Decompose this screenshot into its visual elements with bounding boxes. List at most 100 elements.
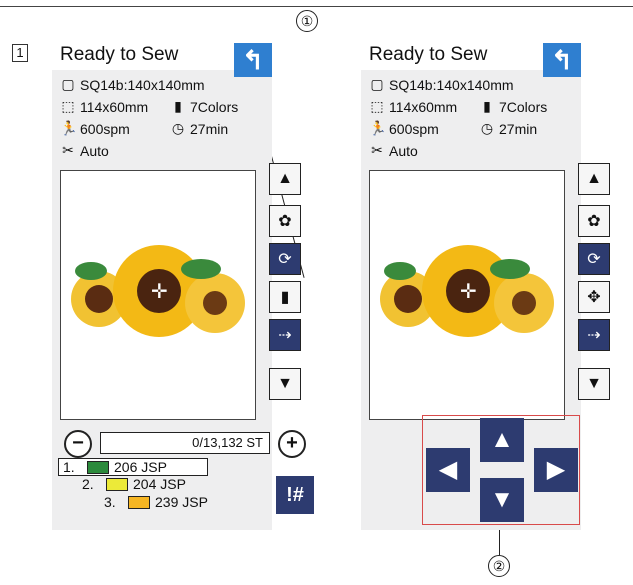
hoop-tool-button[interactable]: ⟳ bbox=[269, 243, 301, 275]
clock-icon: ◷ bbox=[480, 120, 494, 136]
color-list-item[interactable]: 2. 204 JSP bbox=[82, 476, 186, 492]
colors-info: ▮ 7Colors bbox=[170, 98, 238, 115]
jog-up-button[interactable]: ▲ bbox=[480, 418, 524, 462]
time-info: ◷ 27min bbox=[479, 120, 537, 137]
scissors-icon: ✂ bbox=[62, 142, 74, 158]
thread-cut-label: Auto bbox=[80, 142, 109, 159]
hoop-icon: ▢ bbox=[61, 76, 75, 92]
time-label: 27min bbox=[190, 120, 229, 137]
return-icon: ↰ bbox=[242, 45, 264, 75]
leaf bbox=[384, 262, 416, 280]
thread-cut-info: ✂ Auto bbox=[369, 142, 418, 159]
hoop-info: ▢ SQ14b:140x140mm bbox=[369, 76, 514, 93]
design-preview[interactable]: ✛ bbox=[369, 170, 565, 420]
return-button[interactable]: ↰ bbox=[543, 43, 581, 77]
step-number: 1 bbox=[12, 44, 28, 62]
hoop-label: SQ14b:140x140mm bbox=[389, 76, 514, 93]
plus-icon: + bbox=[286, 432, 298, 454]
down-arrow-icon: ▼ bbox=[586, 375, 602, 392]
page-title: Ready to Sew bbox=[369, 44, 488, 65]
move-icon: ✥ bbox=[587, 289, 601, 306]
flower-icon: ✿ bbox=[587, 213, 601, 230]
leaf bbox=[181, 259, 221, 279]
trace-button[interactable]: ⇢ bbox=[269, 319, 301, 351]
size-label: 114x60mm bbox=[80, 98, 149, 115]
trace-button[interactable]: ⇢ bbox=[578, 319, 610, 351]
hoop-label: SQ14b:140x140mm bbox=[80, 76, 205, 93]
speed-label: 600spm bbox=[389, 120, 439, 137]
frame-icon: ⟳ bbox=[278, 251, 292, 268]
thread-color-button[interactable]: ▮ bbox=[269, 281, 301, 313]
scroll-down-button[interactable]: ▼ bbox=[578, 368, 610, 400]
hoop-tool-button[interactable]: ⟳ bbox=[578, 243, 610, 275]
hoop-icon: ▢ bbox=[370, 76, 384, 92]
runner-icon: 🏃 bbox=[60, 120, 78, 136]
clock-icon: ◷ bbox=[171, 120, 185, 136]
thread-cut-label: Auto bbox=[389, 142, 418, 159]
leaf bbox=[490, 259, 530, 279]
scroll-up-button[interactable]: ▲ bbox=[269, 163, 301, 195]
scissors-icon: ✂ bbox=[371, 142, 383, 158]
spool-color-icon: ▮ bbox=[280, 289, 290, 306]
stitch-count: 0/13,132 ST bbox=[100, 432, 270, 454]
callout-2: ② bbox=[488, 555, 510, 577]
leaf bbox=[75, 262, 107, 280]
flower-tool-button[interactable]: ✿ bbox=[578, 205, 610, 237]
color-number: 3. bbox=[104, 494, 116, 510]
colors-info: ▮ 7Colors bbox=[479, 98, 547, 115]
crosshair-icon: ✛ bbox=[151, 279, 168, 303]
spool-icon: ▮ bbox=[174, 98, 182, 114]
speed-info: 🏃 600spm bbox=[369, 120, 439, 137]
frame-icon: ⟳ bbox=[587, 251, 601, 268]
return-icon: ↰ bbox=[551, 45, 573, 75]
sunflower-right bbox=[185, 273, 245, 333]
hoop-info: ▢ SQ14b:140x140mm bbox=[60, 76, 205, 93]
spool-icon: ▮ bbox=[483, 98, 491, 114]
color-code: 204 JSP bbox=[133, 476, 186, 492]
size-info: ⬚ 114x60mm bbox=[369, 98, 457, 115]
jog-right-button[interactable]: ▶ bbox=[534, 448, 578, 492]
size-info: ⬚ 114x60mm bbox=[60, 98, 148, 115]
sunflower-design: ✛ bbox=[380, 245, 554, 337]
jog-down-button[interactable]: ▼ bbox=[480, 478, 524, 522]
color-number: 1. bbox=[63, 459, 75, 475]
return-button[interactable]: ↰ bbox=[234, 43, 272, 77]
time-info: ◷ 27min bbox=[170, 120, 228, 137]
jump-button[interactable]: !# bbox=[276, 476, 314, 514]
sunflower-right bbox=[494, 273, 554, 333]
right-arrow-icon: ▶ bbox=[546, 456, 566, 483]
color-number: 2. bbox=[82, 476, 94, 492]
jog-left-button[interactable]: ◀ bbox=[426, 448, 470, 492]
color-list-item[interactable]: 3. 239 JSP bbox=[104, 494, 208, 510]
speed-label: 600spm bbox=[80, 120, 130, 137]
crosshair-icon: ✛ bbox=[460, 279, 477, 303]
color-swatch bbox=[87, 460, 109, 474]
colors-label: 7Colors bbox=[190, 98, 239, 115]
design-preview[interactable]: ✛ bbox=[60, 170, 256, 420]
flower-tool-button[interactable]: ✿ bbox=[269, 205, 301, 237]
left-panel: Ready to Sew ↰ ▢ SQ14b:140x140mm ⬚ 114x6… bbox=[52, 40, 314, 530]
runner-icon: 🏃 bbox=[369, 120, 387, 136]
sunflower-design: ✛ bbox=[71, 245, 245, 337]
scroll-up-button[interactable]: ▲ bbox=[578, 163, 610, 195]
left-arrow-icon: ◀ bbox=[438, 456, 458, 483]
plus-button[interactable]: + bbox=[278, 430, 306, 458]
up-arrow-icon: ▲ bbox=[277, 170, 293, 187]
thread-cut-info: ✂ Auto bbox=[60, 142, 109, 159]
flower-icon: ✿ bbox=[278, 213, 292, 230]
scroll-down-button[interactable]: ▼ bbox=[269, 368, 301, 400]
top-divider bbox=[0, 6, 633, 7]
jog-button[interactable]: ✥ bbox=[578, 281, 610, 313]
color-list-item[interactable]: 1. 206 JSP bbox=[58, 458, 208, 476]
minus-icon: − bbox=[72, 432, 84, 454]
color-code: 239 JSP bbox=[155, 494, 208, 510]
minus-button[interactable]: − bbox=[64, 430, 92, 458]
color-code: 206 JSP bbox=[114, 459, 167, 475]
color-swatch bbox=[128, 495, 150, 509]
down-arrow-icon: ▼ bbox=[490, 486, 514, 513]
page-title: Ready to Sew bbox=[60, 44, 179, 65]
colors-label: 7Colors bbox=[499, 98, 548, 115]
trace-icon: ⇢ bbox=[278, 327, 292, 344]
color-swatch bbox=[106, 477, 128, 491]
callout-1: ① bbox=[296, 10, 318, 32]
